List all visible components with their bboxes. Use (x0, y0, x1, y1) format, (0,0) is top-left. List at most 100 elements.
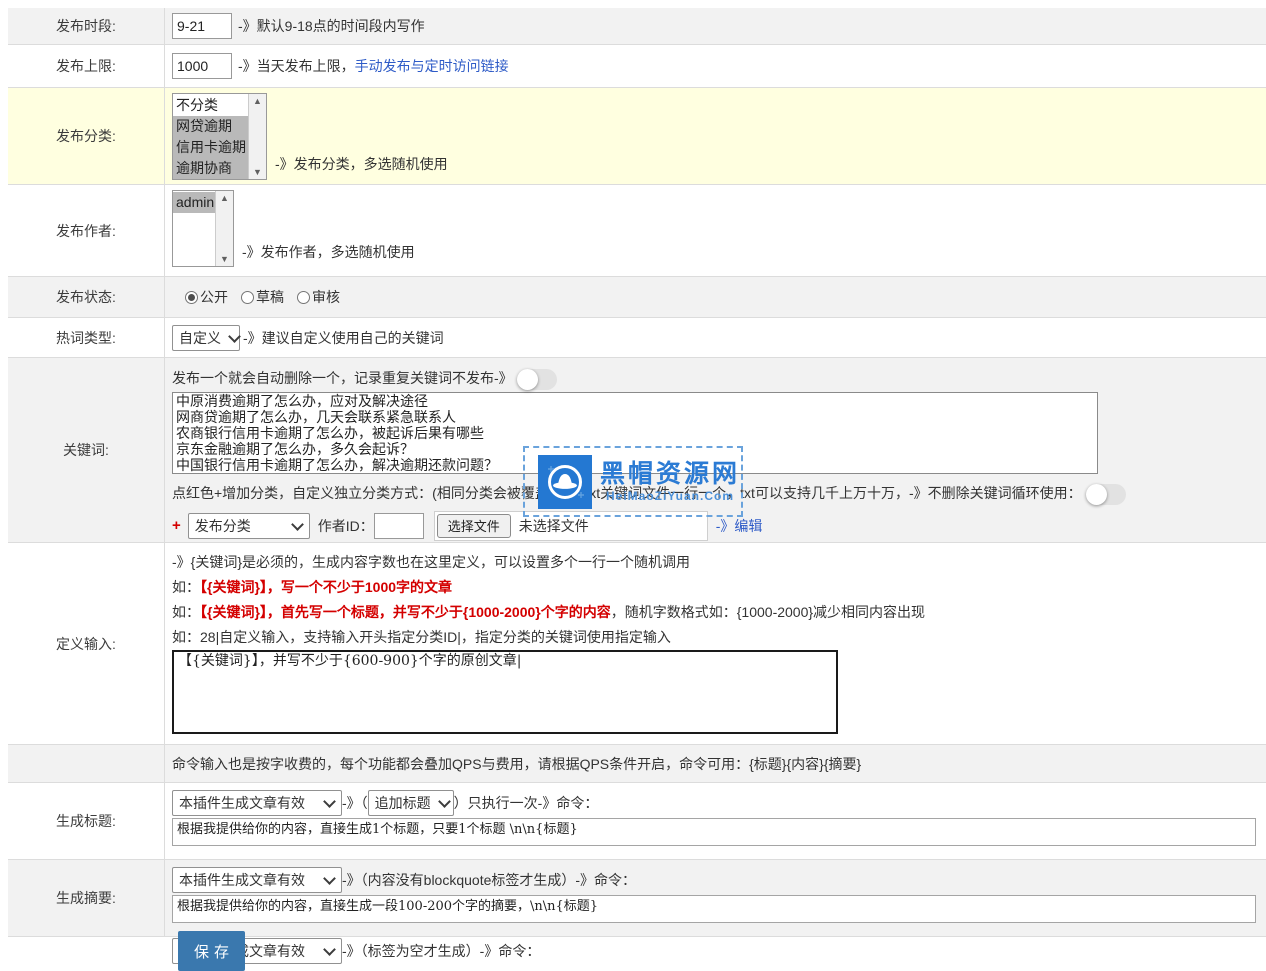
multiselect-scrollbar[interactable]: ▲ ▼ (215, 191, 233, 266)
radio-draft[interactable]: 草稿 (241, 287, 284, 307)
gen-title-arrow: -》（ (342, 793, 368, 813)
gen-title-mode-value: 本插件生成文章有效 (179, 793, 305, 813)
auto-delete-toggle[interactable] (517, 369, 557, 390)
gen-title-command-textarea[interactable]: 根据我提供给你的内容，直接生成1个标题，只要1个标题 \n\n{标题} (172, 818, 1256, 846)
row-publish-status: 发布状态: 公开 草稿 审核 (8, 277, 1266, 318)
publish-category-label: 发布分类: (8, 88, 165, 184)
row-command-note: 命令输入也是按字收费的，每个功能都会叠加QPS与费用，请根据QPS条件开启，命令… (8, 745, 1266, 783)
chevron-down-icon (323, 795, 336, 808)
scroll-up-icon[interactable]: ▲ (220, 193, 229, 203)
publish-author-label: 发布作者: (8, 185, 165, 276)
define-input-label: 定义输入: (8, 543, 165, 744)
scroll-down-icon[interactable]: ▼ (253, 167, 262, 177)
multiselect-scrollbar[interactable]: ▲ ▼ (248, 94, 266, 179)
gen-bottom-label (8, 937, 165, 960)
chevron-down-icon (438, 795, 451, 808)
hotword-type-select[interactable]: 自定义 (172, 325, 240, 351)
scroll-down-icon[interactable]: ▼ (220, 254, 229, 264)
save-button[interactable]: 保存 (178, 931, 245, 971)
radio-checked-icon[interactable] (185, 291, 198, 304)
define-input-help: -》{关键词}是必须的，生成内容字数也在这里定义，可以设置多个一行一个随机调用 (172, 550, 1266, 575)
radio-review-text: 审核 (312, 289, 340, 305)
radio-unchecked-icon[interactable] (241, 291, 254, 304)
gen-title-append-value: 追加标题 (375, 793, 431, 813)
gen-title-suffix: ）只执行一次-》命令： (454, 793, 599, 813)
keyword-loop-toggle[interactable] (1086, 484, 1126, 505)
hotword-type-label: 热词类型: (8, 318, 165, 357)
command-note-text: 命令输入也是按字收费的，每个功能都会叠加QPS与费用，请根据QPS条件开启，命令… (172, 754, 861, 774)
publish-time-note: -》默认9-18点的时间段内写作 (238, 16, 425, 36)
publish-limit-note: -》当天发布上限， (238, 56, 355, 76)
gen-digest-mode-select[interactable]: 本插件生成文章有效 (172, 867, 342, 893)
category-option-selected[interactable]: 信用卡逾期 (173, 137, 248, 158)
radio-draft-text: 草稿 (256, 289, 284, 305)
row-publish-limit: 发布上限: -》当天发布上限， 手动发布与定时访问链接 (8, 45, 1266, 88)
category-option[interactable]: 不分类 (173, 95, 248, 116)
category-assign-select[interactable]: 发布分类 (188, 513, 310, 539)
example-prefix: 如： (172, 579, 200, 595)
gen-digest-suffix: -》（内容没有blockquote标签才生成）-》命令： (342, 870, 636, 890)
row-gen-digest: 生成摘要: 本插件生成文章有效 -》（内容没有blockquote标签才生成）-… (8, 860, 1266, 937)
publish-author-multiselect[interactable]: admin ▲ ▼ (172, 190, 234, 267)
gen-digest-mode-value: 本插件生成文章有效 (179, 870, 305, 890)
category-option-selected[interactable]: 网贷逾期 (173, 116, 248, 137)
gen-title-label: 生成标题: (8, 783, 165, 859)
example-red-text: 【{关键词}】，首先写一个标题，并写不少于{1000-2000}个字的内容 (200, 604, 611, 620)
publish-limit-label: 发布上限: (8, 45, 165, 87)
manual-publish-link[interactable]: 手动发布与定时访问链接 (355, 56, 509, 76)
author-id-input[interactable] (374, 513, 424, 539)
scroll-up-icon[interactable]: ▲ (253, 96, 262, 106)
define-input-example-3: 如：28|自定义输入，支持输入开头指定分类ID|，指定分类的关键词使用指定输入 (172, 625, 1266, 650)
author-option-selected[interactable]: admin (173, 192, 215, 213)
row-hotword-type: 热词类型: 自定义 -》建议自定义使用自己的关键词 (8, 318, 1266, 358)
radio-public[interactable]: 公开 (185, 287, 228, 307)
category-assign-value: 发布分类 (195, 516, 251, 536)
command-note-label (8, 745, 165, 782)
choose-file-button[interactable]: 选择文件 (437, 514, 511, 538)
example-rest-text: ，随机字数格式如：{1000-2000}减少相同内容出现 (611, 604, 925, 620)
radio-unchecked-icon[interactable] (297, 291, 310, 304)
row-publish-category: 发布分类: 不分类 网贷逾期 信用卡逾期 逾期协商 ▲ ▼ -》发布分类，多选随… (8, 88, 1266, 185)
keywords-textarea[interactable]: 中原消费逾期了怎么办，应对及解决途径 网商贷逾期了怎么办，几天会联系紧急联系人 … (172, 392, 1098, 474)
publish-category-note: -》发布分类，多选随机使用 (275, 154, 448, 174)
publish-author-note: -》发布作者，多选随机使用 (242, 242, 415, 262)
radio-public-text: 公开 (200, 289, 228, 305)
author-id-label: 作者ID： (318, 516, 374, 536)
edit-link[interactable]: -》编辑 (716, 516, 763, 536)
row-gen-title: 生成标题: 本插件生成文章有效 -》（ 追加标题 ）只执行一次-》命令： 根据我… (8, 783, 1266, 860)
hotword-type-value: 自定义 (179, 328, 221, 348)
category-upload-note: 点红色+增加分类，自定义独立分类方式：(相同分类会被覆盖) 上传txt关键词文件… (172, 485, 1082, 501)
chevron-down-icon (323, 943, 336, 956)
publish-time-label: 发布时段: (8, 8, 165, 44)
example-prefix: 如： (172, 604, 200, 620)
publish-limit-input[interactable] (172, 53, 232, 79)
keywords-label: 关键词: (8, 358, 165, 542)
radio-review[interactable]: 审核 (297, 287, 340, 307)
row-keywords: 关键词: 发布一个就会自动删除一个，记录重复关键词不发布-》 中原消费逾期了怎么… (8, 358, 1266, 543)
row-define-input: 定义输入: -》{关键词}是必须的，生成内容字数也在这里定义，可以设置多个一行一… (8, 543, 1266, 745)
publish-time-input[interactable] (172, 13, 232, 39)
hotword-type-note: -》建议自定义使用自己的关键词 (243, 328, 444, 348)
gen-digest-command-textarea[interactable]: 根据我提供给你的内容，直接生成一段100-200个字的摘要，\n\n{标题} (172, 895, 1256, 923)
chevron-down-icon (291, 518, 304, 531)
chevron-down-icon (228, 330, 241, 343)
gen-title-append-select[interactable]: 追加标题 (368, 790, 454, 816)
category-option-selected[interactable]: 逾期协商 (173, 158, 248, 179)
define-input-example-1: 如：【{关键词}】，写一个不少于1000字的文章 (172, 575, 1266, 600)
auto-delete-note: 发布一个就会自动删除一个，记录重复关键词不发布-》 (172, 370, 513, 386)
settings-form: 发布时段: -》默认9-18点的时间段内写作 发布上限: -》当天发布上限， 手… (8, 8, 1266, 960)
example-red-text: 【{关键词}】，写一个不少于1000字的文章 (200, 579, 452, 595)
row-publish-time: 发布时段: -》默认9-18点的时间段内写作 (8, 8, 1266, 45)
publish-status-label: 发布状态: (8, 277, 165, 317)
keyword-file-input[interactable]: 选择文件 未选择文件 (434, 511, 708, 541)
file-status-text: 未选择文件 (519, 516, 589, 536)
define-input-example-2: 如：【{关键词}】，首先写一个标题，并写不少于{1000-2000}个字的内容，… (172, 600, 1266, 625)
publish-category-multiselect[interactable]: 不分类 网贷逾期 信用卡逾期 逾期协商 ▲ ▼ (172, 93, 267, 180)
gen-bottom-suffix: -》（标签为空才生成）-》命令： (342, 941, 540, 961)
gen-digest-label: 生成摘要: (8, 860, 165, 936)
add-category-icon[interactable]: + (172, 517, 181, 534)
define-input-textarea[interactable]: 【{关键词}】，并写不少于{600-900}个字的原创文章| (172, 650, 838, 734)
chevron-down-icon (323, 872, 336, 885)
row-publish-author: 发布作者: admin ▲ ▼ -》发布作者，多选随机使用 (8, 185, 1266, 277)
gen-title-mode-select[interactable]: 本插件生成文章有效 (172, 790, 342, 816)
